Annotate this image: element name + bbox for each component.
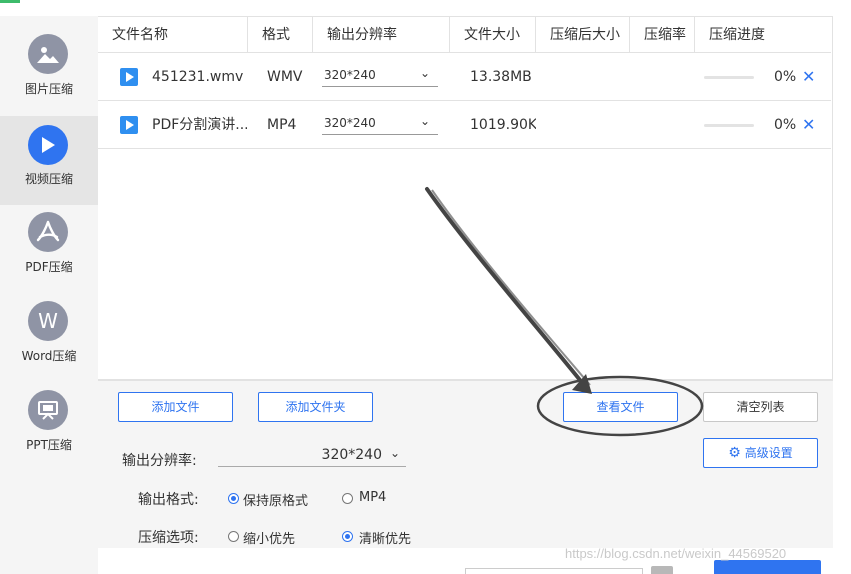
sidebar-item-label: PDF压缩 (25, 260, 73, 274)
resolution-select[interactable]: 320*240 ⌄ (322, 66, 438, 87)
clear-list-button[interactable]: 清空列表 (703, 392, 818, 422)
output-resolution-label: 输出分辨率: (122, 453, 197, 469)
column-header-ratio: 压缩率 (630, 17, 695, 53)
file-format: MP4 (267, 117, 297, 133)
sidebar-item-label: 图片压缩 (24, 82, 73, 96)
play-icon (28, 125, 68, 165)
file-table: 文件名称 格式 输出分辨率 文件大小 压缩后大小 压缩率 压缩进度 451231… (98, 16, 833, 380)
view-file-button[interactable]: 查看文件 (563, 392, 678, 422)
format-mp4-radio[interactable] (342, 493, 353, 504)
watermark-text: https://blog.csdn.net/weixin_44569520 (565, 546, 787, 561)
progress-bar (704, 76, 754, 79)
sidebar-item-image-compress[interactable]: 图片压缩 (0, 16, 98, 105)
chevron-down-icon: ⌄ (389, 446, 400, 460)
format-keep-original-label: 保持原格式 (243, 494, 309, 509)
file-name: PDF分割演讲... (152, 117, 247, 133)
sidebar-item-label: PPT压缩 (26, 438, 72, 452)
format-keep-original-radio[interactable] (228, 493, 239, 504)
sidebar-item-pdf-compress[interactable]: PDF压缩 (0, 194, 98, 283)
compress-option-label: 压缩选项: (138, 530, 199, 546)
column-header-name: 文件名称 (98, 17, 248, 53)
file-format: WMV (267, 69, 303, 85)
sidebar: 图片压缩 视频压缩 PDF压缩 W Word压缩 PPT压缩 (0, 16, 98, 574)
sidebar-item-label: Word压缩 (21, 349, 77, 363)
pdf-icon (28, 212, 68, 252)
progress-percent: 0% (774, 117, 797, 133)
output-format-label: 输出格式: (138, 492, 199, 508)
remove-file-close-icon[interactable]: ✕ (802, 101, 815, 149)
sidebar-item-label: 视频压缩 (24, 172, 73, 186)
column-header-format: 格式 (248, 17, 313, 53)
sidebar-item-ppt-compress[interactable]: PPT压缩 (0, 372, 98, 461)
table-row[interactable]: 451231.wmv WMV 320*240 ⌄ 13.38MB 0% ✕ (98, 53, 831, 101)
folder-icon[interactable] (651, 566, 673, 574)
image-icon (28, 34, 68, 74)
format-mp4-label: MP4 (359, 490, 387, 505)
start-compress-button[interactable] (714, 560, 821, 574)
settings-panel: 添加文件 添加文件夹 查看文件 清空列表 ⚙ 高级设置 输出分辨率: 320*24… (98, 380, 833, 548)
sidebar-item-video-compress[interactable]: 视频压缩 (0, 116, 98, 205)
remove-file-close-icon[interactable]: ✕ (802, 53, 815, 101)
resolution-value: 320*240 (324, 116, 376, 130)
app-window: 图片压缩 视频压缩 PDF压缩 W Word压缩 PPT压缩 文件名称 格式 输… (0, 0, 851, 574)
word-icon: W (28, 301, 68, 341)
window-corner-accent (0, 0, 20, 3)
add-folder-button[interactable]: 添加文件夹 (258, 392, 373, 422)
file-size: 13.38MB (470, 69, 532, 85)
table-row[interactable]: PDF分割演讲... MP4 320*240 ⌄ 1019.90KB 0% ✕ (98, 101, 831, 149)
compress-quality-first-radio[interactable] (342, 531, 353, 542)
advanced-settings-label: 高级设置 (744, 446, 793, 460)
gear-icon: ⚙ (728, 445, 741, 461)
file-size: 1019.90KB (470, 117, 536, 133)
column-header-compressed-size: 压缩后大小 (536, 17, 630, 53)
sidebar-item-word-compress[interactable]: W Word压缩 (0, 283, 98, 372)
ppt-icon (28, 390, 68, 430)
column-header-progress: 压缩进度 (709, 27, 765, 43)
resolution-value: 320*240 (324, 68, 376, 82)
compress-size-first-radio[interactable] (228, 531, 239, 542)
output-resolution-select[interactable]: 320*240 ⌄ (218, 446, 406, 467)
compress-quality-first-label: 清晰优先 (359, 532, 412, 547)
video-file-icon (120, 116, 138, 134)
add-file-button[interactable]: 添加文件 (118, 392, 233, 422)
chevron-down-icon: ⌄ (419, 66, 430, 80)
compress-size-first-label: 缩小优先 (243, 532, 296, 547)
output-path-input[interactable] (465, 568, 643, 574)
progress-percent: 0% (774, 69, 797, 85)
video-file-icon (120, 68, 138, 86)
advanced-settings-button[interactable]: ⚙ 高级设置 (703, 438, 818, 468)
chevron-down-icon: ⌄ (419, 114, 430, 128)
column-header-size: 文件大小 (450, 17, 536, 53)
progress-bar (704, 124, 754, 127)
word-icon-glyph: W (38, 309, 58, 333)
column-header-resolution: 输出分辨率 (313, 17, 450, 53)
resolution-select[interactable]: 320*240 ⌄ (322, 114, 438, 135)
file-name: 451231.wmv (152, 69, 244, 85)
output-resolution-value: 320*240 (321, 447, 382, 463)
table-header: 文件名称 格式 输出分辨率 文件大小 压缩后大小 压缩率 压缩进度 (98, 17, 831, 53)
